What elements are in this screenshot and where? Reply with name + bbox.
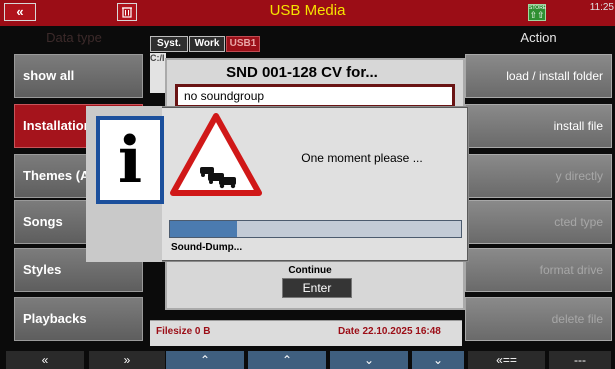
data-type-item[interactable]: Playbacks [14, 297, 143, 341]
data-type-header: Data type [46, 30, 102, 45]
continue-label: Continue [288, 265, 332, 276]
bottom-nav-button[interactable]: --- [549, 351, 611, 369]
action-item[interactable]: cted type [465, 200, 612, 244]
store-icon: ⇧⇧ [529, 10, 545, 20]
bottom-nav-button[interactable]: ⌄ [412, 351, 464, 369]
wait-message: One moment please ... [301, 151, 423, 165]
progress-fill [170, 221, 237, 237]
progress-status: Sound-Dump... [171, 242, 243, 253]
bottom-nav-button[interactable]: ⌃ [166, 351, 244, 369]
filesize-readout: Filesize 0 B [156, 326, 211, 337]
dialog-title: SND 001-128 CV for... [226, 64, 378, 81]
action-item[interactable]: load / install folder [465, 54, 612, 98]
info-glyph: i [117, 123, 143, 198]
soundgroup-field[interactable]: no soundgroup [175, 84, 455, 108]
data-type-item[interactable]: show all [14, 54, 143, 98]
action-item[interactable]: format drive [465, 248, 612, 292]
traffic-jam-warning-icon [170, 113, 262, 196]
action-item[interactable]: delete file [465, 297, 612, 341]
path-field: C:/I [150, 53, 166, 93]
store-button[interactable]: STORE ⇧⇧ [528, 4, 546, 21]
bottom-nav-button[interactable]: ⌄ [330, 351, 408, 369]
page-title: USB Media [269, 2, 346, 19]
enter-button[interactable]: Enter [282, 278, 352, 298]
bottom-nav-button[interactable]: ⌃ [248, 351, 326, 369]
action-item[interactable]: y directly [465, 154, 612, 198]
bottom-nav-button[interactable]: « [6, 351, 84, 369]
date-readout: Date 22.10.2025 16:48 [338, 326, 441, 337]
bottom-nav-button[interactable]: » [89, 351, 165, 369]
info-icon: i [96, 116, 164, 204]
bottom-nav-button[interactable]: «== [468, 351, 545, 369]
action-item[interactable]: install file [465, 104, 612, 148]
clock: 11:25 [589, 2, 614, 13]
tab-work[interactable]: Work [189, 36, 225, 52]
action-header: Action [520, 30, 557, 45]
tab-usb1[interactable]: USB1 [226, 36, 260, 52]
tab-syst[interactable]: Syst. [150, 36, 188, 52]
